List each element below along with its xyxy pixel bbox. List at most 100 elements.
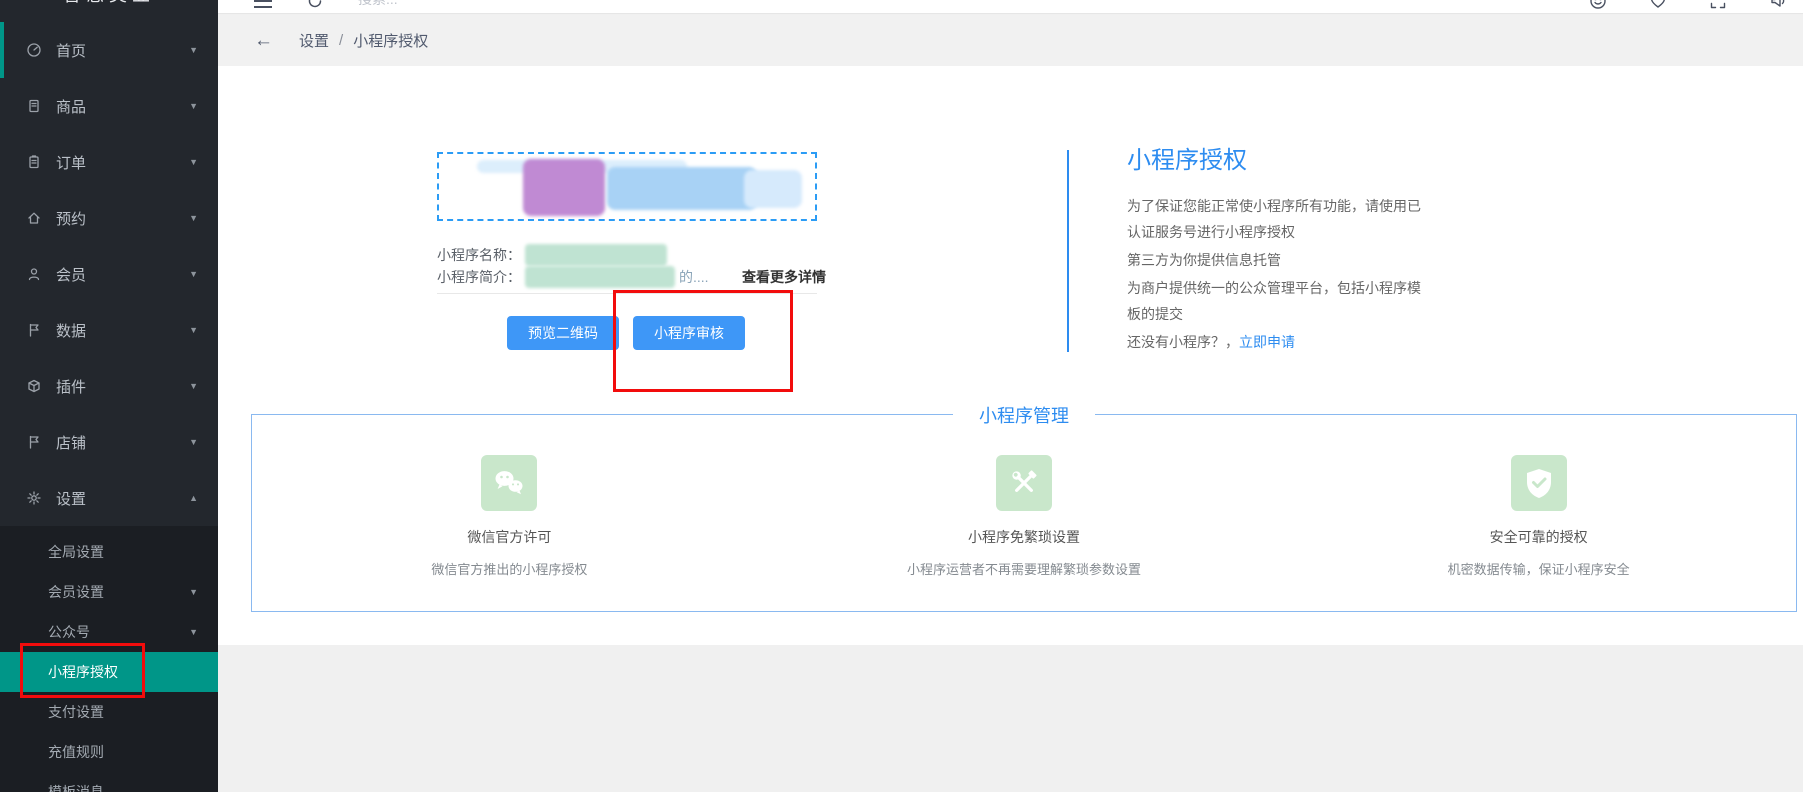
chevron-down-icon: ▼: [189, 381, 198, 391]
topbar: [218, 0, 1803, 14]
miniprogram-review-button[interactable]: 小程序审核: [633, 316, 745, 350]
miniprogram-intro-label: 小程序简介：: [437, 269, 521, 285]
sidebar-item-orders[interactable]: 订单 ▼: [0, 134, 218, 190]
chevron-down-icon: ▼: [189, 627, 198, 637]
main-content: 小程序名称： 小程序简介： 的.... 查看更多详情 预览二维码 小程序审核 小…: [218, 66, 1803, 645]
submenu-item-member-settings[interactable]: 会员设置 ▼: [0, 572, 218, 612]
data-icon: [26, 322, 42, 338]
preview-qrcode-button[interactable]: 预览二维码: [507, 316, 619, 350]
heart-icon[interactable]: [1649, 0, 1667, 13]
info-line: 还没有小程序？，立即申请: [1127, 329, 1427, 355]
chevron-down-icon: ▼: [189, 587, 198, 597]
shop-icon: [26, 434, 42, 450]
submenu-item-miniprogram-auth[interactable]: 小程序授权: [0, 652, 218, 692]
plugin-icon: [26, 378, 42, 394]
sidebar-item-shop[interactable]: 店铺 ▼: [0, 414, 218, 470]
search-input[interactable]: [358, 0, 578, 7]
sidebar-item-label: 首页: [56, 42, 87, 60]
sidebar-item-settings[interactable]: 设置 ▲: [0, 470, 218, 526]
miniprogram-name-row: 小程序名称：: [437, 244, 667, 266]
view-more-link[interactable]: 查看更多详情: [742, 267, 826, 287]
sidebar-item-label: 数据: [56, 322, 87, 340]
shield-check-icon: [1510, 455, 1567, 511]
chevron-down-icon: ▼: [189, 269, 198, 279]
menu-active-indicator: [0, 22, 4, 78]
chevron-up-icon: ▲: [189, 493, 198, 503]
settings-submenu: 全局设置 会员设置 ▼ 公众号 ▼ 小程序授权 支付设置 充值规则 模板消息: [0, 526, 218, 792]
dashboard-icon: [26, 42, 42, 58]
blurred-name: [607, 167, 757, 210]
sidebar-item-booking[interactable]: 预约 ▼: [0, 190, 218, 246]
info-panel-title: 小程序授权: [1127, 147, 1247, 174]
sidebar-item-label: 设置: [56, 490, 87, 508]
refresh-icon[interactable]: [306, 0, 324, 13]
feature-card-secure-auth: 安全可靠的授权 机密数据传输，保证小程序安全: [1281, 455, 1796, 611]
authorization-info-panel: 小程序授权 为了保证您能正常使小程序所有功能，请使用已认证服务号进行小程序授权 …: [1127, 140, 1447, 357]
miniprogram-intro-row: 小程序简介： 的....: [437, 266, 709, 288]
submenu-item-official-account[interactable]: 公众号 ▼: [0, 612, 218, 652]
miniprogram-manage-section: 小程序管理 微信官方许可 微信官方推出的小程序授权 小程序免繁琐设置 小程序运营…: [251, 402, 1797, 612]
sidebar-item-data[interactable]: 数据 ▼: [0, 302, 218, 358]
card-title: 安全可靠的授权: [1489, 529, 1588, 545]
card-description: 微信官方推出的小程序授权: [431, 562, 588, 577]
booking-icon: [26, 210, 42, 226]
sidebar-item-label: 订单: [56, 154, 87, 172]
sidebar-item-label: 商品: [56, 98, 87, 116]
breadcrumb-current: 小程序授权: [353, 33, 429, 50]
submenu-item-label: 支付设置: [48, 704, 104, 720]
chevron-down-icon: ▼: [189, 437, 198, 447]
blurred-intro-value: [525, 266, 675, 288]
wechat-icon: [481, 455, 538, 511]
blurred-logo: [523, 159, 605, 216]
card-description: 机密数据传输，保证小程序安全: [1447, 562, 1630, 577]
sidebar-item-members[interactable]: 会员 ▼: [0, 246, 218, 302]
card-title: 小程序免繁琐设置: [968, 529, 1080, 545]
app-logo-text: 智慧美业: [0, 0, 218, 12]
submenu-item-template-message[interactable]: 模板消息: [0, 772, 218, 792]
member-icon: [26, 266, 42, 282]
chevron-down-icon: ▼: [189, 157, 198, 167]
announcement-icon[interactable]: [1769, 0, 1787, 13]
chevron-down-icon: ▼: [189, 213, 198, 223]
miniprogram-name-label: 小程序名称：: [437, 247, 521, 263]
feature-card-wechat: 微信官方许可 微信官方推出的小程序授权: [252, 455, 767, 611]
orders-icon: [26, 154, 42, 170]
sidebar-item-label: 预约: [56, 210, 87, 228]
submenu-item-global-settings[interactable]: 全局设置: [0, 532, 218, 572]
breadcrumb-separator: /: [339, 32, 344, 49]
submenu-item-label: 模板消息: [48, 784, 104, 792]
breadcrumb-parent[interactable]: 设置: [299, 30, 329, 51]
blurred-content: [744, 170, 802, 208]
emoji-icon[interactable]: [1589, 0, 1607, 13]
vertical-divider: [1067, 150, 1069, 352]
back-arrow-icon[interactable]: ←: [254, 30, 273, 52]
sidebar-item-label: 会员: [56, 266, 87, 284]
fullscreen-icon[interactable]: [1709, 0, 1727, 13]
submenu-item-payment-settings[interactable]: 支付设置: [0, 692, 218, 732]
sidebar-item-label: 插件: [56, 378, 87, 396]
apply-now-link[interactable]: 立即申请: [1239, 334, 1295, 350]
sidebar-menu: 首页 ▼ 商品 ▼ 订单 ▼ 预约 ▼ 会员 ▼ 数据 ▼ 插件 ▼ 店铺 ▼ …: [0, 14, 218, 526]
breadcrumb: ← 设置 / 小程序授权: [218, 15, 1803, 66]
sidebar-item-home[interactable]: 首页 ▼: [0, 22, 218, 78]
no-miniprogram-text: 还没有小程序？，: [1127, 334, 1239, 350]
manage-section-title: 小程序管理: [953, 402, 1095, 428]
submenu-item-label: 公众号: [48, 624, 90, 640]
chevron-down-icon: ▼: [189, 325, 198, 335]
divider: [437, 293, 817, 294]
menu-icon[interactable]: [254, 0, 272, 12]
feature-card-easy-setup: 小程序免繁琐设置 小程序运营者不再需要理解繁琐参数设置: [767, 455, 1282, 611]
miniprogram-preview-box: [437, 152, 817, 221]
sidebar-item-plugins[interactable]: 插件 ▼: [0, 358, 218, 414]
topbar-actions: [1589, 0, 1787, 13]
tools-icon: [996, 455, 1052, 511]
submenu-item-recharge-rules[interactable]: 充值规则: [0, 732, 218, 772]
goods-icon: [26, 98, 42, 114]
info-line: 为了保证您能正常使小程序所有功能，请使用已认证服务号进行小程序授权: [1127, 198, 1421, 240]
settings-icon: [26, 490, 42, 506]
submenu-item-label: 会员设置: [48, 584, 104, 600]
card-title: 微信官方许可: [467, 529, 552, 545]
submenu-item-label: 小程序授权: [48, 664, 118, 680]
submenu-item-label: 充值规则: [48, 744, 104, 760]
sidebar-item-goods[interactable]: 商品 ▼: [0, 78, 218, 134]
